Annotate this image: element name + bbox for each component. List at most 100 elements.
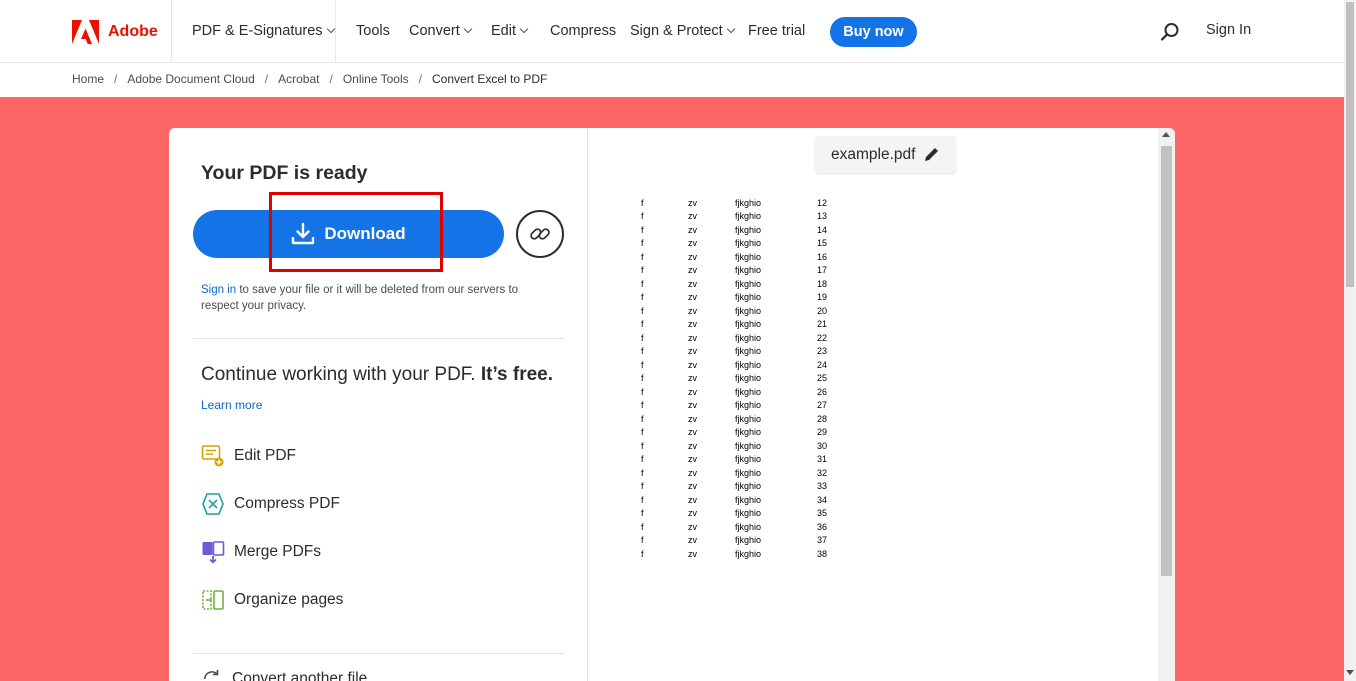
table-cell: fjkghio [735, 494, 762, 505]
table-cell: f [641, 278, 644, 289]
merge-pdfs-icon [202, 541, 225, 564]
table-cell: 37 [817, 535, 828, 546]
share-link-button[interactable] [516, 210, 564, 258]
table-row: f zv fjkghio 18 [641, 277, 847, 291]
tool-label: Organize pages [234, 591, 344, 608]
table-cell: f [641, 373, 644, 384]
tool-organize-pages[interactable]: Organize pages [201, 588, 343, 612]
scroll-up-arrow-icon[interactable] [1162, 132, 1170, 137]
table-cell: f [641, 292, 644, 303]
table-cell: fjkghio [735, 346, 762, 357]
preview-scrollbar[interactable] [1158, 128, 1175, 681]
nav-divider [171, 0, 172, 63]
table-row: f zv fjkghio 27 [641, 399, 847, 413]
tool-merge-pdfs[interactable]: Merge PDFs [201, 540, 321, 564]
table-cell: zv [688, 332, 697, 343]
table-cell: 33 [817, 481, 828, 492]
table-row: f zv fjkghio 30 [641, 439, 847, 453]
table-cell: fjkghio [735, 292, 762, 303]
nav-convert[interactable]: Convert [409, 23, 473, 39]
adobe-logo[interactable]: Adobe [72, 20, 158, 44]
tool-edit-pdf[interactable]: Edit PDF [201, 444, 296, 468]
page-scrollbar[interactable] [1344, 0, 1356, 681]
table-cell: zv [688, 197, 697, 208]
pencil-icon[interactable] [923, 146, 940, 163]
nav-pdf-e-signatures[interactable]: PDF & E-Signatures [192, 23, 335, 39]
table-row: f zv fjkghio 24 [641, 358, 847, 372]
nav-compress[interactable]: Compress [550, 23, 616, 39]
table-row: f zv fjkghio 37 [641, 534, 847, 548]
table-cell: f [641, 238, 644, 249]
table-cell: 14 [817, 224, 828, 235]
table-cell: zv [688, 251, 697, 262]
table-cell: fjkghio [735, 440, 762, 451]
learn-more-link[interactable]: Learn more [201, 398, 262, 412]
tool-compress-pdf[interactable]: Compress PDF [201, 492, 340, 516]
table-row: f zv fjkghio 22 [641, 331, 847, 345]
table-row: f zv fjkghio 19 [641, 291, 847, 305]
table-cell: zv [688, 319, 697, 330]
nav-label: Convert [409, 23, 460, 39]
table-cell: fjkghio [735, 238, 762, 249]
table-cell: 16 [817, 251, 828, 262]
scroll-down-arrow-icon[interactable] [1346, 670, 1354, 675]
search-icon [1160, 23, 1179, 41]
table-cell: 23 [817, 346, 828, 357]
scrollbar-thumb[interactable] [1346, 2, 1354, 287]
table-cell: fjkghio [735, 251, 762, 262]
table-cell: f [641, 265, 644, 276]
table-cell: f [641, 508, 644, 519]
scrollbar-thumb[interactable] [1161, 146, 1172, 576]
nav-tools[interactable]: Tools [356, 23, 390, 39]
convert-another-file[interactable]: Convert another file [201, 668, 367, 681]
table-cell: 17 [817, 265, 828, 276]
nav-divider [335, 0, 336, 63]
table-cell: zv [688, 292, 697, 303]
table-cell: 26 [817, 386, 828, 397]
table-row: f zv fjkghio 23 [641, 345, 847, 359]
continue-text: Continue working with your PDF. [201, 364, 476, 385]
sign-in-link[interactable]: Sign In [1206, 22, 1251, 38]
table-cell: zv [688, 238, 697, 249]
filename-chip[interactable]: example.pdf [815, 136, 957, 173]
breadcrumb-home[interactable]: Home [72, 72, 104, 86]
continue-free: It’s free. [480, 364, 554, 385]
breadcrumb-acrobat[interactable]: Acrobat [278, 72, 319, 86]
breadcrumb-online-tools[interactable]: Online Tools [343, 72, 409, 86]
table-cell: zv [688, 211, 697, 222]
table-row: f zv fjkghio 34 [641, 493, 847, 507]
search-button[interactable] [1160, 22, 1180, 42]
table-cell: 18 [817, 278, 828, 289]
table-cell: fjkghio [735, 278, 762, 289]
chevron-down-icon [326, 24, 335, 34]
breadcrumb-document-cloud[interactable]: Adobe Document Cloud [127, 72, 254, 86]
table-cell: f [641, 440, 644, 451]
nav-free-trial[interactable]: Free trial [748, 23, 805, 39]
sign-in-note-text: to save your file or it will be deleted … [201, 284, 519, 312]
sign-in-inline-link[interactable]: Sign in [201, 284, 236, 296]
nav-sign-protect[interactable]: Sign & Protect [630, 23, 735, 39]
table-cell: fjkghio [735, 211, 762, 222]
nav-edit[interactable]: Edit [491, 23, 529, 39]
buy-now-button[interactable]: Buy now [830, 17, 917, 47]
ready-title: Your PDF is ready [201, 162, 368, 184]
nav-label: Tools [356, 23, 390, 39]
table-cell: zv [688, 521, 697, 532]
table-cell: f [641, 400, 644, 411]
breadcrumb-separator: / [418, 72, 422, 86]
table-cell: 31 [817, 454, 828, 465]
table-row: f zv fjkghio 38 [641, 547, 847, 561]
table-cell: 29 [817, 427, 828, 438]
filename: example.pdf [831, 145, 916, 163]
tool-label: Compress PDF [234, 495, 340, 512]
section-divider [193, 653, 564, 654]
table-cell: fjkghio [735, 373, 762, 384]
table-cell: 21 [817, 319, 828, 330]
table-row: f zv fjkghio 16 [641, 250, 847, 264]
table-cell: zv [688, 400, 697, 411]
table-cell: f [641, 319, 644, 330]
table-cell: fjkghio [735, 305, 762, 316]
table-cell: 12 [817, 197, 828, 208]
table-cell: fjkghio [735, 454, 762, 465]
table-cell: 24 [817, 359, 828, 370]
